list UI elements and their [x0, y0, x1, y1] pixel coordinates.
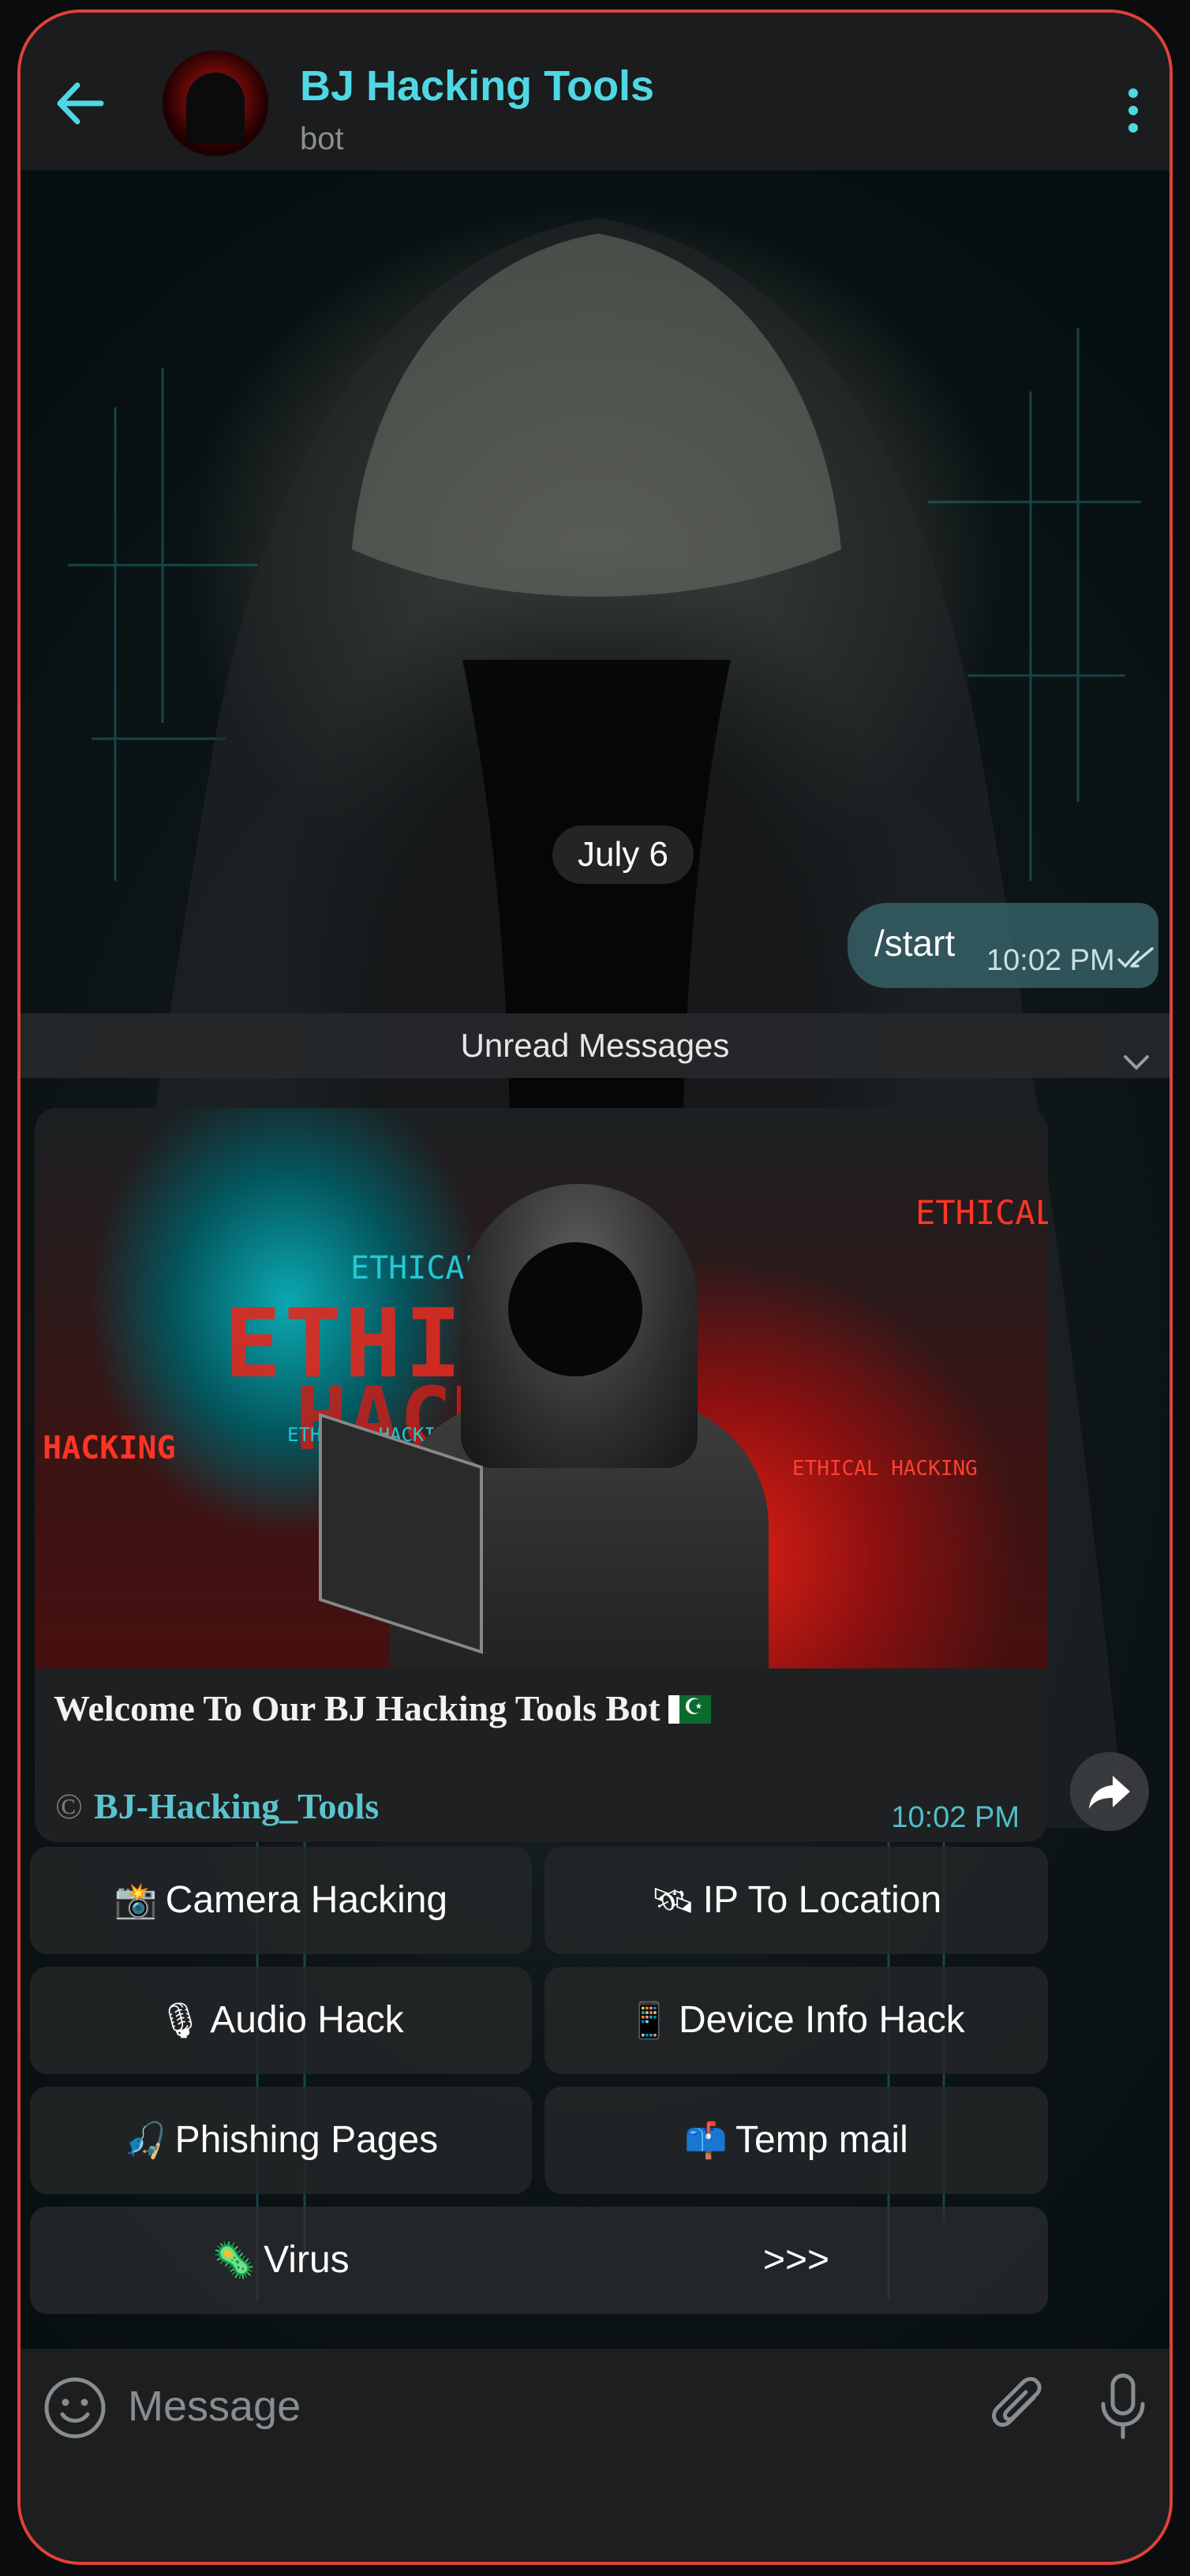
pakistan-flag-icon	[668, 1694, 711, 1724]
outgoing-message[interactable]: /start 10:02 PM	[848, 903, 1158, 988]
keyboard-button-device-info-hack[interactable]: 📱 Device Info Hack	[544, 1967, 1048, 2074]
message-input[interactable]: Message	[128, 2382, 301, 2431]
keyboard-button-next-page[interactable]: >>>	[544, 2207, 1048, 2314]
button-label: Device Info Hack	[678, 1999, 965, 2041]
button-label: IP To Location	[702, 1879, 942, 1921]
button-label: Audio Hack	[210, 1999, 404, 2041]
message-time: 10:02 PM	[986, 944, 1115, 977]
welcome-text: Welcome To Our BJ Hacking Tools Bot	[54, 1687, 711, 1729]
phone-icon: 📱	[627, 2001, 671, 2041]
signature-text[interactable]: BJ-Hacking_Tools	[94, 1786, 379, 1826]
photo-text: HACKING	[43, 1430, 176, 1466]
button-label: Phishing Pages	[174, 2119, 439, 2161]
photo-text: ETHICAL HACKING	[792, 1457, 978, 1481]
fishing-icon: 🎣	[123, 2121, 167, 2161]
microphone-icon: 🎙	[158, 2001, 203, 2041]
keyboard-button-phishing-pages[interactable]: 🎣 Phishing Pages	[30, 2087, 532, 2194]
share-icon[interactable]	[1070, 1752, 1149, 1831]
chat-header: BJ Hacking Tools bot	[21, 13, 1169, 170]
mailbox-icon: 📫	[684, 2121, 728, 2161]
virus-icon: 🦠	[212, 2241, 256, 2281]
more-vertical-icon[interactable]	[1124, 88, 1143, 136]
keyboard-button-virus[interactable]: 🦠 Virus	[30, 2207, 532, 2315]
microphone-icon[interactable]	[1095, 2371, 1151, 2442]
keyboard-row-virus-next: 🦠 Virus >>>	[30, 2207, 1048, 2314]
keyboard-button-temp-mail[interactable]: 📫 Temp mail	[544, 2087, 1048, 2194]
message-text: /start	[874, 923, 956, 964]
keyboard-button-audio-hack[interactable]: 🎙 Audio Hack	[30, 1967, 532, 2074]
phone-screen: BJ Hacking Tools bot July 6 /start 10:02…	[17, 9, 1173, 2565]
paperclip-icon[interactable]	[988, 2374, 1051, 2442]
signature: © BJ-Hacking_Tools	[55, 1785, 379, 1827]
keyboard-button-camera-hacking[interactable]: 📸 Camera Hacking	[30, 1847, 532, 1954]
incoming-message[interactable]: ETHICAL ETHICA HACK ETHICAL HACKING ETHI…	[35, 1108, 1048, 1842]
copyright-icon: ©	[55, 1786, 83, 1826]
photo-text: ETHICAL	[915, 1193, 1048, 1232]
satellite-icon: 🛰	[650, 1881, 695, 1921]
button-label: >>>	[762, 2239, 830, 2281]
date-separator: July 6	[552, 826, 694, 884]
bot-avatar[interactable]	[163, 51, 268, 156]
message-photo[interactable]: ETHICAL ETHICA HACK ETHICAL HACKING ETHI…	[35, 1108, 1048, 1668]
unread-messages-bar: Unread Messages	[21, 1013, 1169, 1078]
camera-flash-icon: 📸	[114, 1881, 158, 1921]
button-label: Virus	[264, 2239, 350, 2281]
message-input-bar: Message	[21, 2349, 1169, 2562]
message-time: 10:02 PM	[891, 1801, 1020, 1834]
button-label: Temp mail	[735, 2119, 908, 2161]
unread-label: Unread Messages	[460, 1027, 730, 1064]
arrow-left-icon[interactable]	[44, 68, 115, 139]
chat-title[interactable]: BJ Hacking Tools	[300, 62, 654, 110]
chat-subtitle: bot	[300, 122, 344, 156]
smile-icon[interactable]	[41, 2374, 109, 2442]
welcome-label: Welcome To Our BJ Hacking Tools Bot	[54, 1688, 660, 1728]
chevron-down-icon[interactable]	[1121, 1032, 1152, 1097]
double-check-icon	[1117, 947, 1157, 975]
button-label: Camera Hacking	[165, 1879, 448, 1921]
keyboard-button-ip-to-location[interactable]: 🛰 IP To Location	[544, 1847, 1048, 1954]
